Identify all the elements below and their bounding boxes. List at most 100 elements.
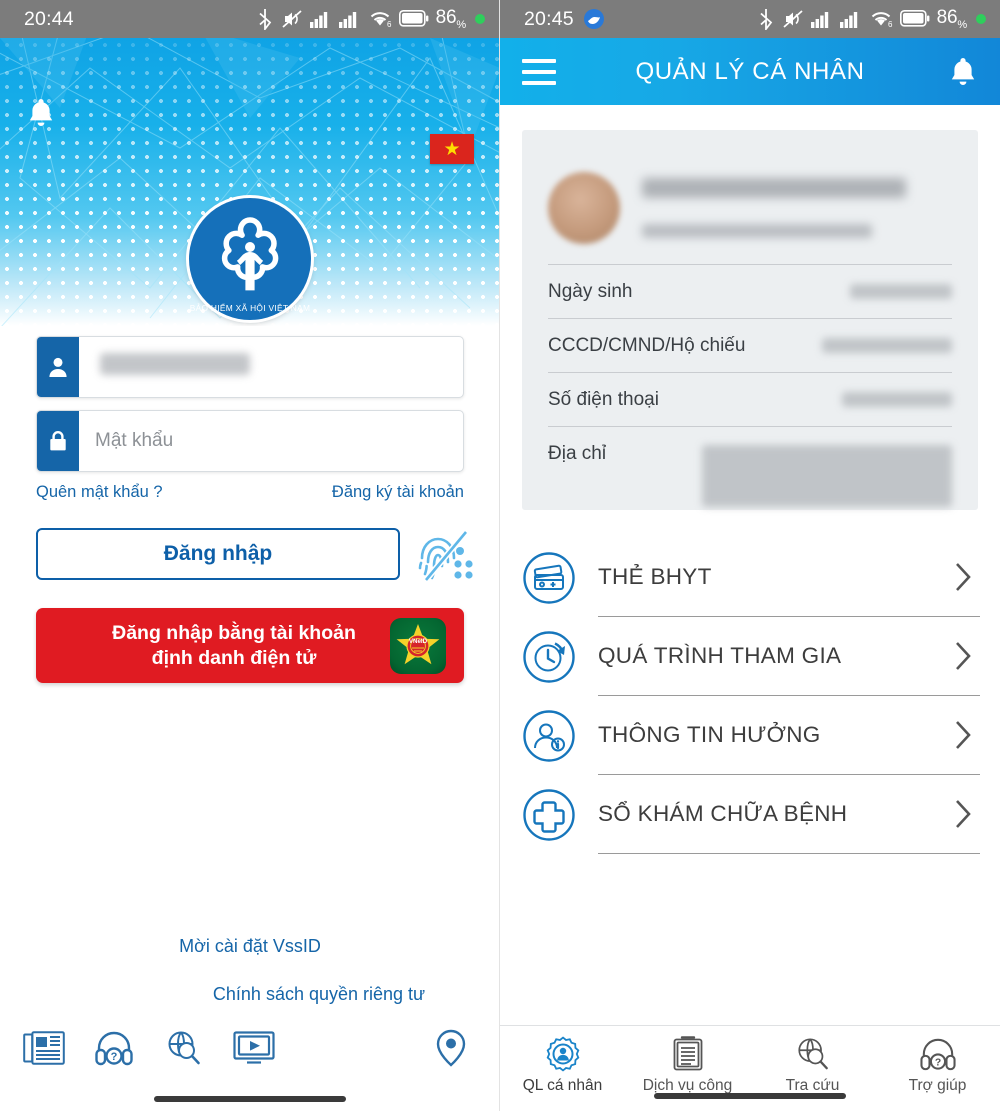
- dual-screenshot: 20:44 6 86% ★ BẢO HIỂM XÃ HỘI VIỆT NAM M…: [0, 0, 1000, 1111]
- menu-row: SỔ KHÁM CHỮA BỆNH: [598, 775, 980, 854]
- signal-2-icon: [338, 11, 356, 28]
- bell-icon[interactable]: [948, 56, 978, 88]
- menu-item-label: SỔ KHÁM CHỮA BỆNH: [598, 801, 848, 826]
- user-info-icon: [522, 709, 576, 763]
- avatar: [548, 172, 620, 244]
- tab-ql-ca-nhan[interactable]: QL cá nhân: [500, 1026, 625, 1111]
- vneid-label-line2: định danh điện tử: [151, 646, 317, 669]
- menu-item-label: QUÁ TRÌNH THAM GIA: [598, 643, 842, 668]
- tab-label: Trợ giúp: [908, 1077, 967, 1094]
- login-button[interactable]: Đăng nhập: [36, 528, 400, 580]
- status-time: 20:45: [524, 7, 574, 30]
- menu-item-thong-tin-huong[interactable]: THÔNG TIN HƯỞNG: [522, 696, 980, 775]
- status-bar-right: 20:45 6 86%: [500, 0, 1000, 38]
- register-account-link[interactable]: Đăng ký tài khoản: [332, 483, 464, 502]
- profile-row-value-redacted: [842, 392, 952, 407]
- profile-row-phone: Số điện thoại: [548, 372, 952, 426]
- svg-text:?: ?: [111, 1051, 118, 1063]
- login-hero-banner: ★ BẢO HIỂM XÃ HỘI VIỆT NAM: [0, 38, 499, 326]
- profile-identity: [642, 178, 952, 238]
- globe-search-icon[interactable]: [162, 1026, 206, 1070]
- invite-install-link[interactable]: Mời cài đặt VssID: [0, 936, 499, 957]
- profile-row-address: Địa chỉ: [548, 426, 952, 522]
- vneid-label-line1: Đăng nhập bằng tài khoản: [112, 622, 356, 645]
- vss-logo: BẢO HIỂM XÃ HỘI VIỆT NAM: [189, 198, 311, 320]
- vietnam-flag-icon[interactable]: ★: [430, 134, 474, 164]
- feature-menu: THẺ BHYT QUÁ TRÌNH THAM GIA THÔNG TIN HƯ…: [522, 538, 980, 854]
- wifi-icon: 6: [871, 12, 893, 28]
- personal-management-screen: 20:45 6 86% QUẢN LÝ CÁ NHÂN Ngày sinh CC…: [500, 0, 1000, 1111]
- svg-text:?: ?: [934, 1057, 940, 1068]
- user-icon: [37, 337, 79, 397]
- profile-subtitle-redacted: [642, 224, 872, 238]
- battery-percent: 86%: [936, 7, 968, 31]
- svg-text:6: 6: [888, 20, 893, 28]
- chevron-right-icon: [956, 642, 971, 670]
- video-player-icon[interactable]: [232, 1026, 276, 1070]
- password-input[interactable]: [79, 411, 463, 471]
- globe-search-icon: [794, 1035, 832, 1073]
- tab-tro-giup[interactable]: ? Trợ giúp: [875, 1026, 1000, 1111]
- forgot-password-link[interactable]: Quên mật khẩu ?: [36, 483, 163, 502]
- password-field[interactable]: [36, 410, 464, 472]
- profile-row-label: CCCD/CMND/Hộ chiếu: [548, 335, 746, 356]
- flag-star: ★: [443, 138, 461, 160]
- map-pin-icon[interactable]: [429, 1026, 473, 1070]
- username-redacted-value: [100, 353, 250, 375]
- privacy-policy-link[interactable]: Chính sách quyền riêng tư: [0, 984, 499, 1005]
- app-bar: QUẢN LÝ CÁ NHÂN: [500, 38, 1000, 105]
- bluetooth-icon: [259, 8, 271, 30]
- personal-gear-icon: [544, 1035, 582, 1073]
- recording-dot-icon: [976, 13, 986, 24]
- status-icons: 6 86%: [257, 7, 485, 31]
- svg-text:VNeID: VNeID: [409, 638, 428, 645]
- home-indicator: [654, 1093, 846, 1099]
- profile-row-value-redacted: [822, 338, 952, 353]
- menu-item-the-bhyt[interactable]: THẺ BHYT: [522, 538, 980, 617]
- login-screen: 20:44 6 86% ★ BẢO HIỂM XÃ HỘI VIỆT NAM M…: [0, 0, 500, 1111]
- menu-item-label: THÔNG TIN HƯỞNG: [598, 722, 821, 747]
- profile-header: [548, 152, 952, 264]
- vneid-login-label: Đăng nhập bằng tài khoản định danh điện …: [58, 621, 390, 670]
- chevron-right-icon: [956, 800, 971, 828]
- hamburger-menu-icon[interactable]: [522, 58, 556, 85]
- status-icons: 6 86%: [758, 7, 986, 31]
- vssid-app-icon: [583, 9, 604, 29]
- bell-icon[interactable]: [26, 97, 56, 129]
- tab-label: QL cá nhân: [522, 1077, 603, 1094]
- profile-row-id: CCCD/CMND/Hộ chiếu: [548, 318, 952, 372]
- svg-text:BẢO HIỂM XÃ HỘI VIỆT NAM: BẢO HIỂM XÃ HỘI VIỆT NAM: [190, 302, 311, 313]
- auth-links: Quên mật khẩu ? Đăng ký tài khoản: [36, 483, 464, 502]
- profile-card: Ngày sinh CCCD/CMND/Hộ chiếu Số điện tho…: [522, 130, 978, 510]
- signal-1-icon: [309, 11, 327, 28]
- home-indicator: [153, 1096, 346, 1102]
- vneid-login-button[interactable]: Đăng nhập bằng tài khoản định danh điện …: [36, 608, 464, 683]
- mute-icon: [783, 10, 803, 28]
- profile-row-label: Số điện thoại: [548, 389, 659, 410]
- menu-row: THẺ BHYT: [598, 538, 980, 617]
- menu-item-qua-trinh-tham-gia[interactable]: QUÁ TRÌNH THAM GIA: [522, 617, 980, 696]
- news-icon[interactable]: [22, 1026, 66, 1070]
- profile-row-label: Địa chỉ: [548, 443, 607, 464]
- recording-dot-icon: [475, 13, 485, 24]
- profile-row-dob: Ngày sinh: [548, 264, 952, 318]
- support-headset-icon[interactable]: ?: [92, 1026, 136, 1070]
- battery-percent: 86%: [435, 7, 467, 31]
- signal-2-icon: [839, 11, 857, 28]
- fingerprint-disabled-icon[interactable]: [414, 524, 476, 586]
- svg-text:6: 6: [387, 20, 392, 28]
- battery-icon: [398, 10, 429, 28]
- medical-cross-icon: [522, 788, 576, 842]
- lock-icon: [37, 411, 79, 471]
- bluetooth-icon: [760, 8, 772, 30]
- status-time: 20:44: [24, 7, 74, 30]
- menu-item-label: THẺ BHYT: [598, 564, 712, 589]
- vss-emblem-icon: BẢO HIỂM XÃ HỘI VIỆT NAM: [190, 200, 311, 318]
- document-icon: [669, 1035, 707, 1073]
- wifi-icon: 6: [370, 12, 392, 28]
- signal-1-icon: [810, 11, 828, 28]
- profile-name-redacted: [642, 178, 906, 198]
- health-card-icon: [522, 551, 576, 605]
- chevron-right-icon: [956, 721, 971, 749]
- menu-item-so-kham-chua-benh[interactable]: SỔ KHÁM CHỮA BỆNH: [522, 775, 980, 854]
